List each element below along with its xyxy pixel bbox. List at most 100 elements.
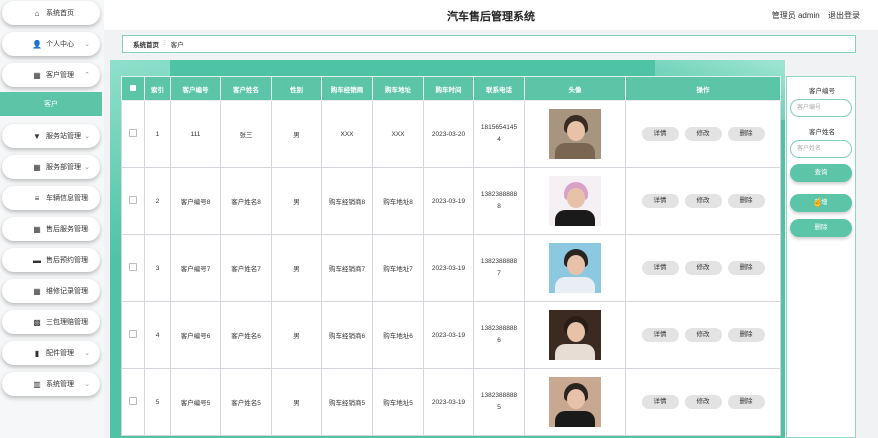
cell-name: 客户姓名8 <box>220 167 272 235</box>
detail-button[interactable]: 详情 <box>641 127 679 141</box>
detail-button[interactable]: 详情 <box>641 328 679 342</box>
grid-icon: ▦ <box>33 70 41 80</box>
row-checkbox[interactable] <box>121 234 145 302</box>
sidebar-item[interactable]: ▦ 维修记录管理 ⌄ <box>2 279 100 303</box>
cell-actions: 详情 修改 删除 <box>625 234 781 302</box>
col-dealer: 购车经销商 <box>321 76 373 101</box>
cell-phone: 13823888888 <box>473 167 525 235</box>
detail-button[interactable]: 详情 <box>641 395 679 409</box>
cell-name: 客户姓名6 <box>220 301 272 369</box>
cell-gender: 男 <box>271 100 322 168</box>
sidebar-item-label: 车辆信息管理 <box>46 195 88 202</box>
sidebar-item[interactable]: ▦ 售后服务管理 ⌄ <box>2 217 100 241</box>
cell-phone: 13823888886 <box>473 301 525 369</box>
col-index: 索引 <box>144 76 171 101</box>
station-icon: ▼ <box>33 131 41 141</box>
cell-name: 客户姓名5 <box>220 368 272 436</box>
table-row: 2 客户编号8 客户姓名8 男购车经销商8 购车地址8 2023-03-19 1382388… <box>121 167 781 235</box>
sidebar-item[interactable]: ⌂ 系统首页 <box>2 1 100 25</box>
search-panel: 客户编号 客户编号 客户姓名 客户姓名 查询 新增 删除 <box>786 76 856 438</box>
sidebar-item[interactable]: 👤 个人中心 ⌄ <box>2 32 100 56</box>
ticket-icon: ▩ <box>33 317 41 327</box>
mouse-cursor-icon: ☝ <box>812 197 824 207</box>
monitor-icon: ▬ <box>33 255 41 265</box>
query-button[interactable]: 查询 <box>790 164 852 182</box>
sidebar-item[interactable]: ▩ 三包理赔管理 ⌄ <box>2 310 100 334</box>
cell-gender: 男 <box>271 167 322 235</box>
row-checkbox[interactable] <box>121 167 145 235</box>
sidebar-item[interactable]: ▦ 客户管理 ⌃ <box>2 63 100 87</box>
cell-phone: 13823888887 <box>473 234 525 302</box>
row-checkbox[interactable] <box>121 301 145 369</box>
sidebar-item[interactable]: ▮ 配件管理 ⌄ <box>2 341 100 365</box>
detail-button[interactable]: 详情 <box>641 261 679 275</box>
cell-avatar <box>524 167 626 235</box>
breadcrumb-home[interactable]: 系统首页 <box>133 39 159 49</box>
cell-address: 购车地址5 <box>372 368 424 436</box>
cell-index: 3 <box>144 234 171 302</box>
row-delete-button[interactable]: 删除 <box>727 328 765 342</box>
edit-button[interactable]: 修改 <box>684 261 722 275</box>
grid-icon: ▦ <box>33 162 41 172</box>
grid-icon: ▦ <box>33 286 41 296</box>
edit-button[interactable]: 修改 <box>684 328 722 342</box>
row-checkbox[interactable] <box>121 368 145 436</box>
cell-avatar <box>524 368 626 436</box>
cell-actions: 详情 修改 删除 <box>625 100 781 168</box>
row-delete-button[interactable]: 删除 <box>727 194 765 208</box>
chevron-icon: ⌄ <box>84 133 90 140</box>
customer-name-input[interactable]: 客户姓名 <box>790 140 852 158</box>
list-icon: ≡ <box>34 193 40 203</box>
cell-address: 购车地址8 <box>372 167 424 235</box>
cell-phone: 13823888885 <box>473 368 525 436</box>
cell-date: 2023-03-20 <box>423 100 474 168</box>
sidebar-subitem-customer[interactable]: 客户 <box>0 92 102 116</box>
table-row: 3 客户编号7 客户姓名7 男购车经销商7 购车地址7 2023-03-19 1382388… <box>121 234 781 302</box>
cell-phone: 18156541454 <box>473 100 525 168</box>
col-address: 购车地址 <box>372 76 424 101</box>
chevron-icon: ⌃ <box>84 72 90 79</box>
row-delete-button[interactable]: 删除 <box>727 127 765 141</box>
sidebar-item[interactable]: ▬ 售后预约管理 ⌄ <box>2 248 100 272</box>
delete-button[interactable]: 删除 <box>790 219 852 237</box>
breadcrumb-current: 客户 <box>170 42 184 49</box>
breadcrumb: 系统首页 ⫶ 客户 <box>122 35 856 53</box>
header-user-area: 管理员 admin 退出登录 <box>766 10 860 21</box>
chevron-icon: ⌄ <box>84 195 90 202</box>
row-delete-button[interactable]: 删除 <box>727 261 765 275</box>
cell-date: 2023-03-19 <box>423 301 474 369</box>
sidebar-item-label: 系统管理 <box>46 381 74 388</box>
edit-button[interactable]: 修改 <box>684 395 722 409</box>
cell-index: 1 <box>144 100 171 168</box>
sidebar-item-label: 维修记录管理 <box>46 288 88 295</box>
sidebar-item-label: 系统首页 <box>46 10 74 17</box>
cell-dealer: 购车经销商5 <box>321 368 373 436</box>
edit-button[interactable]: 修改 <box>684 127 722 141</box>
detail-button[interactable]: 详情 <box>641 194 679 208</box>
select-all-checkbox[interactable] <box>121 76 145 101</box>
avatar-image <box>549 377 601 427</box>
row-checkbox[interactable] <box>121 100 145 168</box>
avatar-image <box>549 243 601 293</box>
chevron-icon: ⌄ <box>84 226 90 233</box>
col-code: 客户编号 <box>170 76 221 101</box>
cell-code: 客户编号5 <box>170 368 221 436</box>
col-name: 客户姓名 <box>220 76 272 101</box>
building-icon: ▥ <box>33 379 41 389</box>
sidebar-item[interactable]: ≡ 车辆信息管理 ⌄ <box>2 186 100 210</box>
chevron-icon: ⌄ <box>84 288 90 295</box>
cell-address: XXX <box>372 100 424 168</box>
row-delete-button[interactable]: 删除 <box>727 395 765 409</box>
sidebar-item-label: 售后预约管理 <box>46 257 88 264</box>
sidebar-item[interactable]: ▥ 系统管理 ⌄ <box>2 372 100 396</box>
cell-dealer: XXX <box>321 100 373 168</box>
sidebar-item[interactable]: ▼ 服务站管理 ⌄ <box>2 124 100 148</box>
cell-address: 购车地址7 <box>372 234 424 302</box>
cell-address: 购车地址6 <box>372 301 424 369</box>
logout-link[interactable]: 退出登录 <box>828 11 860 20</box>
customer-code-input[interactable]: 客户编号 <box>790 99 852 117</box>
avatar-image <box>549 310 601 360</box>
edit-button[interactable]: 修改 <box>684 194 722 208</box>
col-avatar: 头像 <box>524 76 626 101</box>
sidebar-item[interactable]: ▦ 服务部管理 ⌄ <box>2 155 100 179</box>
